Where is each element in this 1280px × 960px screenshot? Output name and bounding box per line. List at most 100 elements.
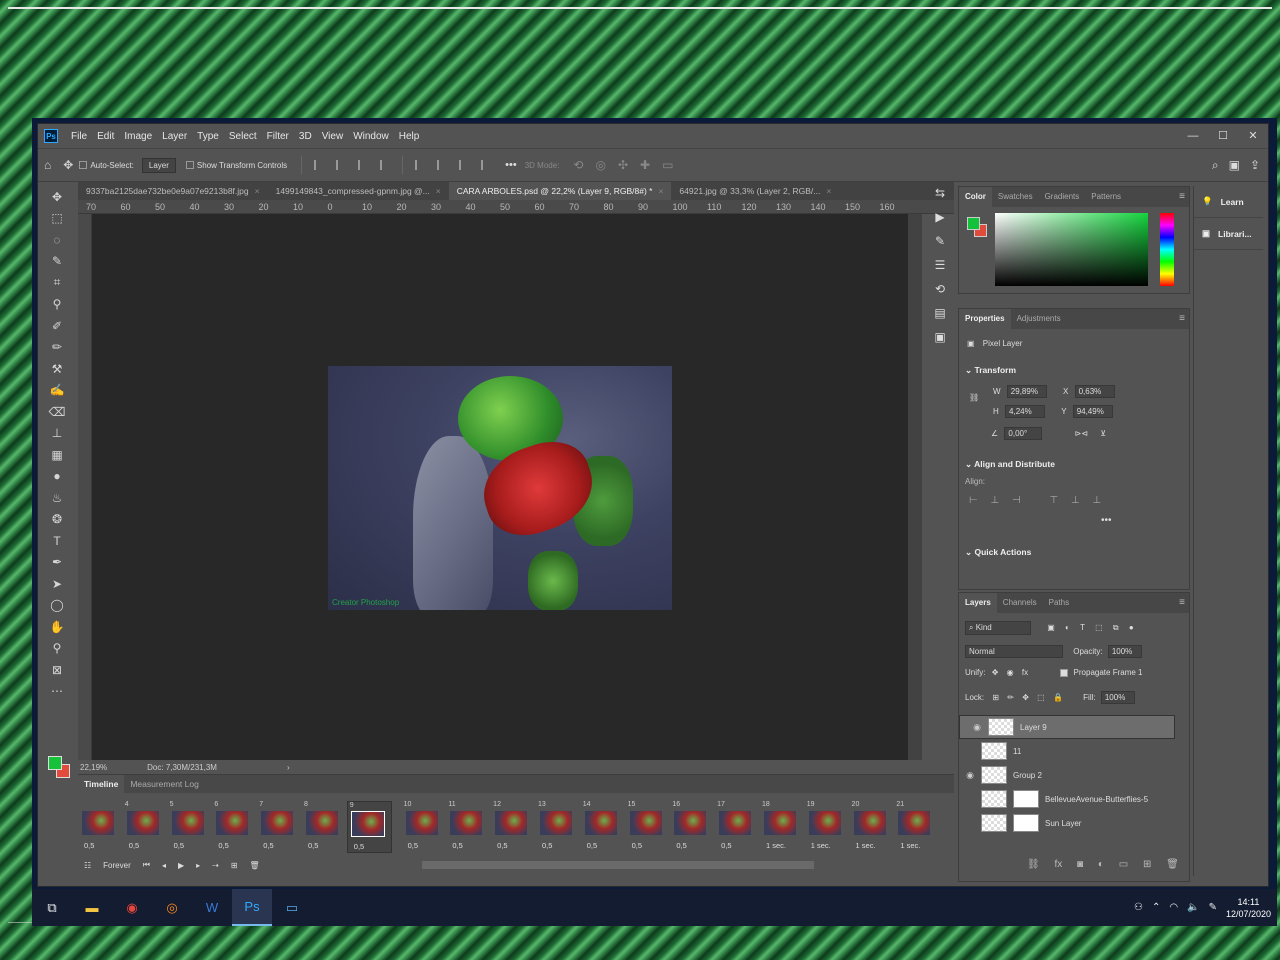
layer-row[interactable]: ◉ Layer 9 xyxy=(959,715,1175,739)
fx-icon[interactable]: fx xyxy=(1054,859,1062,870)
notes-icon[interactable]: ▣ xyxy=(927,330,953,354)
task-view-icon[interactable]: ⧉ xyxy=(32,889,72,926)
network-icon[interactable]: ◠ xyxy=(1169,902,1178,913)
timeline-frame[interactable]: 7 0,5 xyxy=(257,801,302,853)
firefox-icon[interactable]: ◎ xyxy=(152,889,192,926)
tab-adjustments[interactable]: Adjustments xyxy=(1011,309,1067,329)
hand-tool-icon[interactable]: ✋ xyxy=(42,616,72,638)
frame-delay-dropdown[interactable]: 0,5 xyxy=(218,841,228,850)
artwork-image[interactable]: Creator Photoshop xyxy=(328,366,672,610)
lasso-tool-icon[interactable]: ◌ xyxy=(42,229,72,251)
timeline-frame[interactable]: 19 1 sec. xyxy=(805,801,850,853)
timeline-frame[interactable]: 16 0,5 xyxy=(670,801,715,853)
menu-window[interactable]: Window xyxy=(348,131,394,142)
timeline-frame[interactable]: 17 0,5 xyxy=(715,801,760,853)
history-brush-icon[interactable]: ✍ xyxy=(42,380,72,402)
3d-pan-icon[interactable]: ✣ xyxy=(618,158,628,172)
ps-logo-icon[interactable]: Ps xyxy=(44,129,58,143)
lock-pixels-icon[interactable]: ✏ xyxy=(1007,693,1014,702)
align-center-icon[interactable] xyxy=(336,160,346,170)
more-options-button[interactable]: ••• xyxy=(505,159,517,171)
menu-edit[interactable]: Edit xyxy=(92,131,119,142)
brush-tool-icon[interactable]: ✏ xyxy=(42,337,72,359)
propagate-frame-checkbox[interactable] xyxy=(1060,668,1069,677)
menu-view[interactable]: View xyxy=(317,131,349,142)
tab-paths[interactable]: Paths xyxy=(1043,593,1075,613)
tween-icon[interactable]: ⇢ xyxy=(212,861,219,870)
type-tool-icon[interactable]: T xyxy=(42,530,72,552)
quick-actions-section[interactable]: ⌄ Quick Actions xyxy=(965,547,1031,558)
blur-tool-icon[interactable]: ● xyxy=(42,466,72,488)
adjust-sliders-icon[interactable]: ☰ xyxy=(927,258,953,282)
close-icon[interactable]: × xyxy=(658,186,663,196)
layer-row[interactable]: Sun Layer xyxy=(959,811,1175,835)
tab-doc-4[interactable]: 64921.jpg @ 33,3% (Layer 2, RGB/... × xyxy=(671,182,839,200)
tab-properties[interactable]: Properties xyxy=(959,309,1011,329)
pen-icon[interactable]: ✎ xyxy=(1209,902,1217,913)
timeline-frame[interactable]: 5 0,5 xyxy=(168,801,213,853)
tab-gradients[interactable]: Gradients xyxy=(1039,187,1086,207)
auto-select-target-dropdown[interactable]: Layer xyxy=(141,157,176,173)
more-tools-icon[interactable]: ⋯ xyxy=(42,681,72,703)
gradient-tool-icon[interactable]: ▦ xyxy=(42,444,72,466)
3d-rotate-icon[interactable]: ⟲ xyxy=(573,158,583,172)
healing-brush-icon[interactable]: ✐ xyxy=(42,315,72,337)
learn-panel-button[interactable]: 💡 Learn xyxy=(1194,186,1263,218)
width-input[interactable]: 29,89% xyxy=(1006,385,1047,398)
first-frame-icon[interactable]: ⏮ xyxy=(143,860,150,870)
show-transform-checkbox[interactable] xyxy=(185,161,194,169)
timeline-frame[interactable]: 13 0,5 xyxy=(536,801,581,853)
timeline-frame[interactable]: 4 0,5 xyxy=(123,801,168,853)
link-icon[interactable]: ⛓ xyxy=(969,393,979,402)
menu-select[interactable]: Select xyxy=(224,131,262,142)
menu-layer[interactable]: Layer xyxy=(157,131,192,142)
frame-delay-dropdown[interactable]: 1 sec. xyxy=(900,841,920,850)
frame-delay-dropdown[interactable]: 0,5 xyxy=(354,842,364,851)
frame-delay-dropdown[interactable]: 0,5 xyxy=(721,841,731,850)
align-bottom-icon[interactable]: ⊥ xyxy=(1093,495,1102,506)
foreground-color-swatch[interactable] xyxy=(967,217,980,230)
adjustment-layer-icon[interactable]: ◐ xyxy=(1098,859,1104,870)
stamp-icon[interactable]: ⊥ xyxy=(42,423,72,445)
layer-mask-thumbnail[interactable] xyxy=(1013,790,1039,808)
clock[interactable]: 14:11 12/07/2020 xyxy=(1226,896,1271,920)
word-icon[interactable]: W xyxy=(192,889,232,926)
tab-color[interactable]: Color xyxy=(959,187,992,207)
flip-vertical-icon[interactable]: ⊻ xyxy=(1100,429,1106,438)
pen-tool-icon[interactable]: ✒ xyxy=(42,552,72,574)
chrome-icon[interactable]: ◉ xyxy=(112,889,152,926)
menu-file[interactable]: File xyxy=(66,131,92,142)
frame-delay-dropdown[interactable]: 0,5 xyxy=(497,841,507,850)
lock-position-icon[interactable]: ✥ xyxy=(1022,693,1029,702)
distribute-vertical-icon[interactable] xyxy=(481,160,491,170)
menu-filter[interactable]: Filter xyxy=(262,131,294,142)
align-middle-icon[interactable] xyxy=(437,160,447,170)
timeline-frame[interactable]: 21 1 sec. xyxy=(894,801,939,853)
fill-input[interactable]: 100% xyxy=(1100,691,1135,704)
app-window-icon[interactable]: ▭ xyxy=(272,889,312,926)
frame-delay-dropdown[interactable]: 0,5 xyxy=(632,841,642,850)
frame-delay-dropdown[interactable]: 0,5 xyxy=(542,841,552,850)
layer-mask-thumbnail[interactable] xyxy=(1013,814,1039,832)
lock-artboard-icon[interactable]: ⬚ xyxy=(1037,693,1045,702)
filter-pixel-icon[interactable]: ▣ xyxy=(1047,623,1055,632)
opacity-input[interactable]: 100% xyxy=(1107,645,1142,658)
align-more-button[interactable]: ••• xyxy=(1101,515,1112,526)
unify-style-icon[interactable]: fx xyxy=(1022,668,1028,677)
path-select-icon[interactable]: ➤ xyxy=(42,573,72,595)
align-right-icon[interactable]: ⊣ xyxy=(1012,495,1021,506)
kind-filter-dropdown[interactable]: ⌕ Kind xyxy=(965,621,1031,635)
filter-shape-icon[interactable]: ⬚ xyxy=(1095,623,1103,632)
filter-toggle-icon[interactable]: ● xyxy=(1129,623,1134,632)
eraser-tool-icon[interactable]: ⌫ xyxy=(42,401,72,423)
rotate-icon[interactable]: ⟲ xyxy=(927,282,953,306)
dodge-tool-icon[interactable]: ♨ xyxy=(42,487,72,509)
frame-delay-dropdown[interactable]: 1 sec. xyxy=(856,841,876,850)
filter-smart-icon[interactable]: ⧉ xyxy=(1113,623,1119,632)
marquee-tool-icon[interactable]: ⬚ xyxy=(42,208,72,230)
lock-all-icon[interactable]: 🔒 xyxy=(1053,693,1063,702)
photoshop-taskbar-icon[interactable]: Ps xyxy=(232,889,272,926)
zoom-tool-icon[interactable]: ⚲ xyxy=(42,638,72,660)
align-hcenter-icon[interactable]: ⊥ xyxy=(991,495,1000,506)
libraries-panel-button[interactable]: ▣ Librari... xyxy=(1194,218,1263,250)
